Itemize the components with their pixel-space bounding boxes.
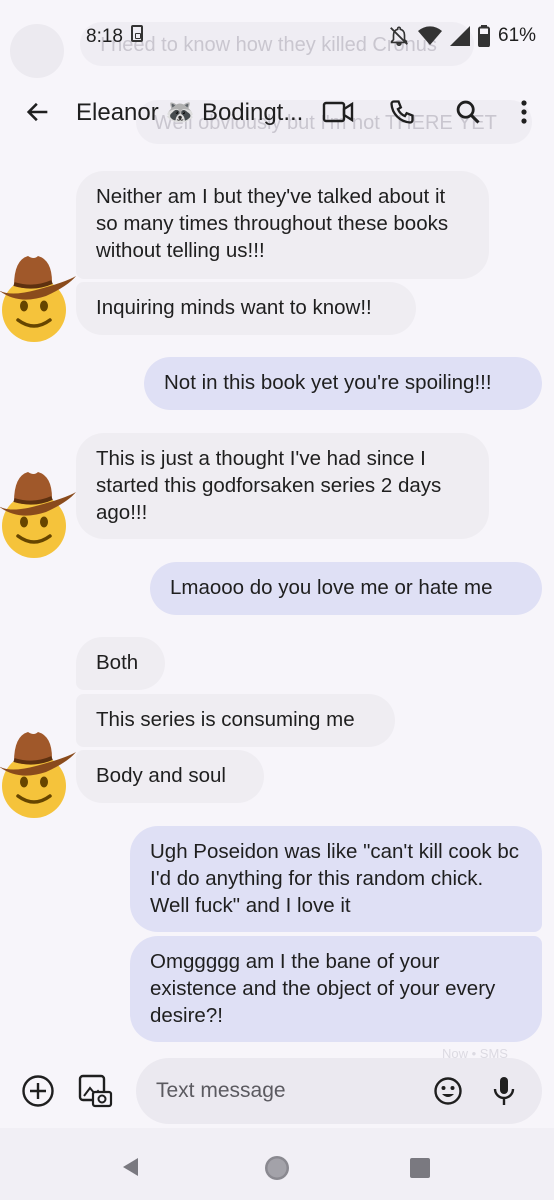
gallery-camera-button[interactable] bbox=[76, 1072, 114, 1110]
back-button[interactable] bbox=[20, 94, 56, 130]
video-call-button[interactable] bbox=[318, 94, 358, 130]
contact-avatar-cowboy-icon[interactable] bbox=[0, 470, 80, 562]
wifi-icon bbox=[418, 26, 442, 45]
message-input-placeholder: Text message bbox=[156, 1079, 286, 1102]
nav-recents-button[interactable] bbox=[406, 1154, 434, 1182]
emoji-icon bbox=[434, 1077, 462, 1105]
incoming-message[interactable]: Body and soul bbox=[76, 750, 264, 803]
outgoing-message[interactable]: Ugh Poseidon was like "can't kill cook b… bbox=[130, 826, 542, 932]
incoming-message[interactable]: This series is consuming me bbox=[76, 694, 395, 747]
battery-percent: 61% bbox=[498, 25, 537, 46]
incoming-message[interactable]: Inquiring minds want to know!! bbox=[76, 282, 416, 335]
outgoing-message[interactable]: Not in this book yet you're spoiling!!! bbox=[144, 357, 542, 410]
more-vert-icon bbox=[521, 100, 527, 124]
contact-avatar-cowboy-icon[interactable] bbox=[0, 730, 80, 822]
sim-icon bbox=[131, 25, 143, 42]
add-circle-icon bbox=[22, 1075, 54, 1107]
contact-avatar-cowboy-icon[interactable] bbox=[0, 254, 80, 346]
incoming-message[interactable]: Both bbox=[76, 637, 165, 690]
gallery-camera-icon bbox=[78, 1074, 113, 1108]
incoming-message[interactable]: This is just a thought I've had since I … bbox=[76, 433, 489, 539]
arrow-back-icon bbox=[26, 102, 48, 122]
search-icon bbox=[456, 100, 480, 124]
emoji-button[interactable] bbox=[430, 1073, 466, 1109]
nav-back-icon bbox=[123, 1158, 138, 1176]
outgoing-message[interactable]: Lmaooo do you love me or hate me bbox=[150, 562, 542, 615]
add-attachment-button[interactable] bbox=[20, 1073, 56, 1109]
status-bar: 8:18 61% bbox=[0, 0, 554, 72]
contact-name[interactable]: Eleanor 🦝 Bodingt... bbox=[76, 98, 303, 127]
cell-signal-icon bbox=[450, 26, 470, 46]
more-options-button[interactable] bbox=[512, 94, 536, 130]
nav-recents-icon bbox=[410, 1158, 430, 1178]
search-button[interactable] bbox=[450, 94, 486, 130]
outgoing-message[interactable]: Omggggg am I the bane of your existence … bbox=[130, 936, 542, 1042]
mic-icon bbox=[493, 1077, 515, 1105]
status-icons: 61% bbox=[388, 24, 536, 48]
status-time: 8:18 bbox=[86, 26, 123, 47]
phone-icon bbox=[390, 100, 414, 124]
notifications-off-icon bbox=[390, 26, 408, 46]
voice-input-button[interactable] bbox=[486, 1073, 522, 1109]
nav-back-button[interactable] bbox=[116, 1153, 144, 1181]
battery-icon bbox=[478, 25, 490, 47]
videocam-icon bbox=[322, 101, 354, 123]
incoming-message[interactable]: Neither am I but they've talked about it… bbox=[76, 171, 489, 279]
nav-home-button[interactable] bbox=[262, 1153, 292, 1183]
nav-home-icon bbox=[265, 1156, 289, 1180]
phone-call-button[interactable] bbox=[384, 94, 420, 130]
